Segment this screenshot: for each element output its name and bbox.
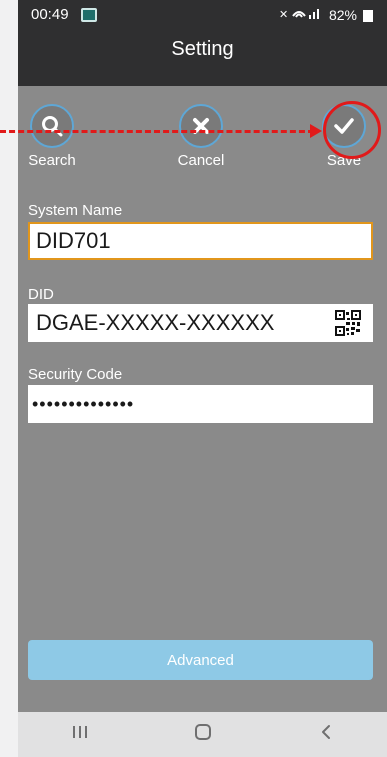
back-button[interactable] (296, 712, 356, 757)
search-button[interactable]: Search (12, 104, 92, 169)
battery-icon (363, 9, 373, 22)
back-icon (319, 723, 333, 746)
annotation-arrowhead (310, 124, 322, 138)
page-title: Setting (171, 38, 234, 60)
home-icon (194, 723, 212, 746)
recents-icon (71, 724, 89, 745)
recents-button[interactable] (50, 712, 110, 757)
did-value: DGAE-XXXXX-XXXXXX (36, 310, 275, 335)
annotation-dashed-line (0, 130, 314, 133)
security-code-input[interactable]: •••••••••••••• (28, 385, 373, 423)
status-indicators: ✕ 82% (279, 6, 373, 23)
signal-icons: ✕ (279, 6, 323, 23)
system-name-input[interactable]: DID701 (28, 222, 373, 260)
cancel-button[interactable]: Cancel (161, 104, 241, 169)
svg-text:✕: ✕ (279, 8, 288, 20)
battery-percent: 82% (328, 6, 357, 23)
security-code-value: •••••••••••••• (32, 393, 135, 414)
did-input[interactable]: DGAE-XXXXX-XXXXXX (28, 304, 373, 342)
cancel-label: Cancel (177, 152, 225, 169)
system-name-value: DID701 (36, 228, 111, 253)
close-icon (179, 104, 223, 148)
system-name-label: System Name (28, 202, 123, 219)
qr-code-icon[interactable] (335, 310, 361, 336)
advanced-button[interactable]: Advanced (28, 640, 373, 680)
app-header: 00:49 ✕ 82% Setting (18, 0, 387, 86)
search-label: Search (28, 152, 76, 169)
security-code-label: Security Code (28, 366, 123, 383)
status-time: 00:49 (31, 6, 69, 23)
annotation-highlight-circle (323, 101, 381, 159)
navigation-bar (18, 712, 387, 757)
search-icon (30, 104, 74, 148)
notification-app-icon (81, 8, 97, 22)
did-label: DID (28, 286, 54, 303)
home-button[interactable] (173, 712, 233, 757)
